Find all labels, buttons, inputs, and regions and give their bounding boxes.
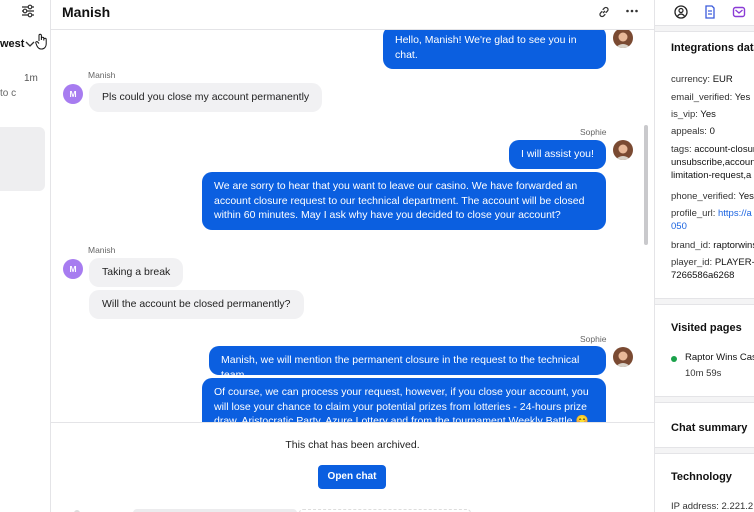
agent-avatar [613,30,633,48]
field-value: Yes [738,191,754,202]
conversation-preview[interactable]: to c [0,88,16,99]
field-key: player_id: [671,257,713,268]
visited-page-time: 10m 59s [685,368,722,379]
selected-conversation-item[interactable] [0,127,45,191]
conversation-list-panel: west 1m to c [0,0,51,512]
user-avatar: M [63,84,83,104]
chat-scrollbar[interactable] [644,125,648,245]
field-key: profile_url: [671,208,716,219]
details-panel: Integrations data currency: EUR email_ve… [654,0,754,512]
field-currency: currency: EUR [671,73,733,86]
archived-note: This chat has been archived. [285,439,420,451]
agent-message: We are sorry to hear that you want to le… [202,172,606,230]
field-value: raptorwins [713,240,754,251]
user-message: Taking a break [89,258,184,287]
field-value: EUR [712,74,733,85]
chat-header: Manish [51,0,654,30]
conversation-time: 1m [24,73,38,84]
field-phone-verified: phone_verified: Yes [671,190,754,203]
user-message: Pls could you close my account permanent… [89,83,323,112]
field-key: phone_verified: [671,191,736,202]
field-value-cont: 7266586a6268 [671,270,735,281]
field-tags: tags: account-closure, unsubscribe,accou… [671,143,754,182]
archived-footer: This chat has been archived. Open chat [51,422,654,512]
details-tabs [655,0,754,24]
agent-avatar [613,347,633,367]
field-is-vip: is_vip: Yes [671,108,716,121]
section-divider [655,396,754,403]
agent-message: I will assist you! [509,140,606,169]
technology-title[interactable]: Technology [671,471,732,483]
chat-panel: Manish Hello, Manish! We're glad to see … [51,0,654,512]
field-key: currency: [671,74,711,85]
open-chat-button[interactable]: Open chat [318,465,386,489]
field-email-verified: email_verified: Yes [671,91,750,104]
profile-url-link[interactable]: 050 [671,221,687,232]
field-value: Yes [700,109,716,120]
field-key: appeals: [671,126,707,137]
chat-summary-title[interactable]: Chat summary [671,422,747,434]
visited-pages-title[interactable]: Visited pages [671,322,742,334]
field-value-cont: limitation-request,a [671,170,752,181]
field-key: is_vip: [671,109,698,120]
field-value: Yes [734,92,751,103]
user-profile-icon[interactable] [674,5,688,19]
chevron-down-icon[interactable] [25,39,35,49]
field-key: brand_id: [671,240,711,251]
user-message: Will the account be closed permanently? [89,290,304,319]
field-value: PLAYER- [714,257,754,268]
ip-address: IP address: 2.221.2 [671,501,754,512]
online-status-dot [671,356,677,362]
document-icon[interactable] [703,5,717,19]
mail-icon[interactable] [732,5,746,19]
sender-name: Manish [88,70,116,80]
section-divider [655,298,754,305]
sender-name: Manish [88,245,116,255]
field-player-id: player_id: PLAYER- 7266586a6268 [671,256,754,282]
field-value: account-closure, [694,144,754,155]
more-options-icon[interactable] [625,4,639,18]
filter-icon[interactable] [21,4,35,18]
agent-message: Hello, Manish! We're glad to see you in … [383,30,606,69]
visited-page-title[interactable]: Raptor Wins Casino [685,352,754,363]
section-divider [655,447,754,454]
chat-title: Manish [62,4,111,20]
integrations-title: Integrations data [671,42,754,54]
hand-cursor-icon [35,33,47,50]
sort-dropdown[interactable]: west [0,38,24,50]
field-brand-id: brand_id: raptorwins [671,239,754,252]
field-value-cont: unsubscribe,account [671,157,754,168]
sender-name: Sophie [580,127,607,137]
link-icon[interactable] [597,5,611,19]
agent-avatar [613,140,633,160]
field-key: email_verified: [671,92,733,103]
agent-message: Of course, we can process your request, … [202,378,606,422]
user-avatar: M [63,259,83,279]
section-divider [655,25,754,32]
field-key: tags: [671,144,692,155]
agent-message: Manish, we will mention the permanent cl… [209,346,606,381]
message-list: Hello, Manish! We're glad to see you in … [51,30,654,422]
field-value: 0 [709,126,715,137]
field-profile-url: profile_url: https://a 050 [671,207,752,233]
profile-url-link[interactable]: https://a [718,208,752,219]
sender-name: Sophie [580,334,607,344]
field-appeals: appeals: 0 [671,125,715,138]
